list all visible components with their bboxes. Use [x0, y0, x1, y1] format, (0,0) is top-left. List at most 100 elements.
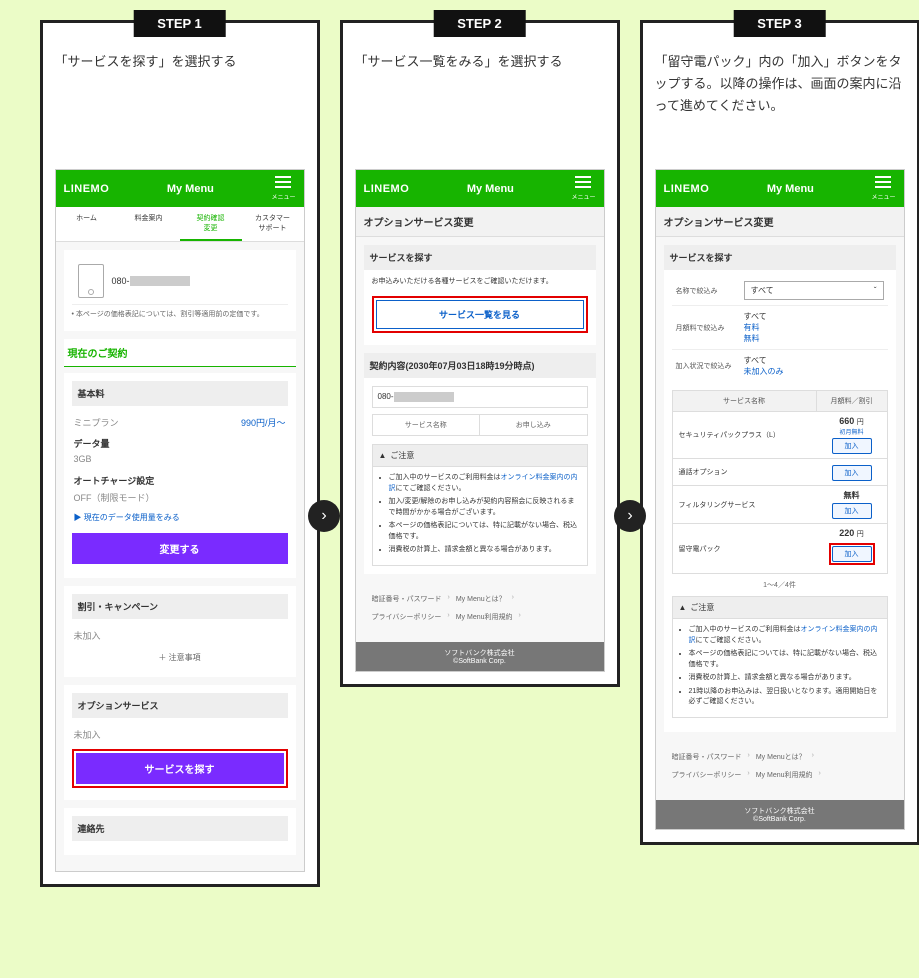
warning-item: 加入/変更/解除のお申し込みが契約内容照会に反映されるまで時間がかかる場合がござ… [389, 497, 581, 518]
filter-name-select[interactable]: すべてˇ [744, 281, 884, 300]
contact-header: 連絡先 [72, 816, 288, 841]
option-status: 未加入 [72, 724, 288, 745]
service-name: 通話オプション [673, 461, 817, 483]
phone-mockup: LINEMO My Menu メニュー ホーム 料金案内 契約確認 変更 カスタ… [55, 169, 305, 872]
tab-contract[interactable]: 契約確認 変更 [180, 207, 242, 241]
tab-billing[interactable]: 料金案内 [118, 207, 180, 241]
filter-status-label: 加入状況で絞込み [676, 361, 736, 371]
filter-status-opt[interactable]: 未加入のみ [744, 366, 784, 377]
col-service-name: サービス名称 [373, 415, 481, 435]
hamburger-icon[interactable]: メニュー [571, 176, 595, 201]
plan-name: ミニプラン [74, 416, 119, 429]
filter-fee-opt[interactable]: 無料 [744, 333, 767, 344]
warning-item: ご加入中のサービスのご利用料金はオンライン料金案内の内訳にてご確認ください。 [689, 625, 881, 646]
step-description: 「サービスを探す」を選択する [55, 51, 305, 151]
service-name: 留守電パック [673, 538, 817, 560]
arrow-right-icon: › [614, 500, 646, 532]
steps-container: STEP 1 「サービスを探す」を選択する LINEMO My Menu メニュ… [20, 20, 919, 887]
step-badge: STEP 2 [433, 10, 526, 37]
masked-number [130, 276, 190, 286]
chevron-down-icon: ˇ [874, 286, 877, 295]
tab-home[interactable]: ホーム [56, 207, 118, 241]
chevron-right-icon: › [447, 612, 449, 622]
col-apply: お申し込み [480, 415, 587, 435]
filter-fee-opt[interactable]: すべて [744, 311, 767, 322]
hamburger-icon[interactable]: メニュー [871, 176, 895, 201]
data-usage-link[interactable]: ▶ 現在のデータ使用量をみる [72, 508, 288, 527]
page-title: オプションサービス変更 [656, 207, 904, 237]
app-header: LINEMO My Menu メニュー [356, 170, 604, 207]
step-badge: STEP 1 [133, 10, 226, 37]
footer-link[interactable]: My Menuとは？ [456, 594, 506, 604]
footer-link[interactable]: プライバシーポリシー [372, 612, 442, 622]
app-header: LINEMO My Menu メニュー [656, 170, 904, 207]
join-button[interactable]: 加入 [832, 503, 872, 519]
autocharge-value: OFF（制限モード） [72, 491, 288, 508]
service-table: サービス名称 月額料／割引 セキュリティパックプラス（L） 660 円 初月無料… [672, 390, 888, 574]
table-row: フィルタリングサービス 無料 加入 [673, 485, 887, 523]
filter-name-label: 名称で絞込み [676, 286, 736, 296]
phone-number: 080- [372, 386, 588, 408]
tab-bar: ホーム 料金案内 契約確認 変更 カスタマー サポート [56, 207, 304, 242]
inline-link[interactable]: オンライン料金案内の内訳 [689, 626, 878, 644]
footer-link[interactable]: 暗証番号・パスワード [372, 594, 442, 604]
table-row: 通話オプション 加入 [673, 458, 887, 485]
join-button[interactable]: 加入 [832, 465, 872, 481]
hamburger-icon[interactable]: メニュー [271, 176, 295, 201]
pagination: 1～4／4件 [672, 574, 888, 596]
join-button[interactable]: 加入 [832, 546, 872, 562]
search-section-title: サービスを探す [664, 245, 896, 270]
warning-body: ご加入中のサービスのご利用料金はオンライン料金案内の内訳にてご確認ください。 本… [672, 619, 888, 718]
phone-body: 080- • 本ページの価格表記については、割引等適用前の定価です。 現在のご契… [56, 242, 304, 871]
price-note: • 本ページの価格表記については、割引等適用前の定価です。 [72, 305, 288, 323]
data-value: 3GB [72, 454, 288, 470]
chevron-right-icon: › [819, 770, 821, 780]
footer-link[interactable]: My Menu利用規約 [456, 612, 513, 622]
highlight-box: 加入 [829, 543, 875, 565]
chevron-right-icon: › [812, 752, 814, 762]
warning-item: 消費税の計算上、請求金額と異なる場合があります。 [689, 673, 881, 684]
chevron-right-icon: › [512, 594, 514, 604]
logo: LINEMO [664, 183, 710, 195]
corp-footer: ソフトバンク株式会社 ©SoftBank Corp. [356, 642, 604, 671]
arrow-right-icon: › [308, 500, 340, 532]
search-section-title: サービスを探す [364, 245, 596, 270]
change-button[interactable]: 変更する [72, 533, 288, 564]
warning-header: ご注意 [672, 596, 888, 619]
step-3: STEP 3 「留守電パック」内の「加入」ボタンをタップする。以降の操作は、画面… [640, 20, 919, 845]
filter-fee-label: 月額料で絞込み [676, 323, 736, 333]
app-header: LINEMO My Menu メニュー [56, 170, 304, 207]
table-row: セキュリティパックプラス（L） 660 円 初月無料 加入 [673, 411, 887, 458]
step-box: 「サービス一覧をみる」を選択する LINEMO My Menu メニュー オプシ… [340, 20, 620, 687]
chevron-right-icon: › [448, 594, 450, 604]
mymenu-title: My Menu [167, 183, 214, 195]
filter-fee-row: 月額料で絞込み すべて 有料 無料 [672, 306, 888, 350]
warning-item: ご加入中のサービスのご利用料金はオンライン料金案内の内訳にてご確認ください。 [389, 473, 581, 494]
option-header: オプションサービス [72, 693, 288, 718]
service-name: フィルタリングサービス [673, 494, 817, 516]
inline-link[interactable]: オンライン料金案内の内訳 [389, 474, 578, 492]
step-description: 「留守電パック」内の「加入」ボタンをタップする。以降の操作は、画面の案内に沿って… [655, 51, 905, 151]
service-columns: サービス名称 お申し込み [372, 414, 588, 436]
chevron-right-icon: › [747, 770, 749, 780]
service-list-button[interactable]: サービス一覧を見る [376, 300, 584, 329]
join-button[interactable]: 加入 [832, 438, 872, 454]
phone-mockup: LINEMO My Menu メニュー オプションサービス変更 サービスを探す … [355, 169, 605, 672]
footer-links: 暗証番号・パスワード › My Menuとは？ › プライバシーポリシー › My Men… [364, 582, 596, 634]
footer-link[interactable]: My Menuとは？ [756, 752, 806, 762]
warning-item: 本ページの価格表記については、特に記載がない場合、税込価格です。 [389, 521, 581, 542]
find-service-button[interactable]: サービスを探す [76, 753, 284, 784]
basic-fee-header: 基本料 [72, 381, 288, 406]
chevron-right-icon: › [519, 612, 521, 622]
step-badge: STEP 3 [733, 10, 826, 37]
table-col-name: サービス名称 [673, 391, 817, 411]
footer-link[interactable]: My Menu利用規約 [756, 770, 813, 780]
filter-status-opt[interactable]: すべて [744, 355, 784, 366]
filter-fee-opt[interactable]: 有料 [744, 322, 767, 333]
footer-link[interactable]: プライバシーポリシー [672, 770, 742, 780]
footer-link[interactable]: 暗証番号・パスワード [672, 752, 742, 762]
tab-support[interactable]: カスタマー サポート [242, 207, 304, 241]
caution-link[interactable]: 注意事項 [72, 646, 288, 669]
step-1: STEP 1 「サービスを探す」を選択する LINEMO My Menu メニュ… [40, 20, 320, 887]
warning-item: 本ページの価格表記については、特に記載がない場合、税込価格です。 [689, 649, 881, 670]
